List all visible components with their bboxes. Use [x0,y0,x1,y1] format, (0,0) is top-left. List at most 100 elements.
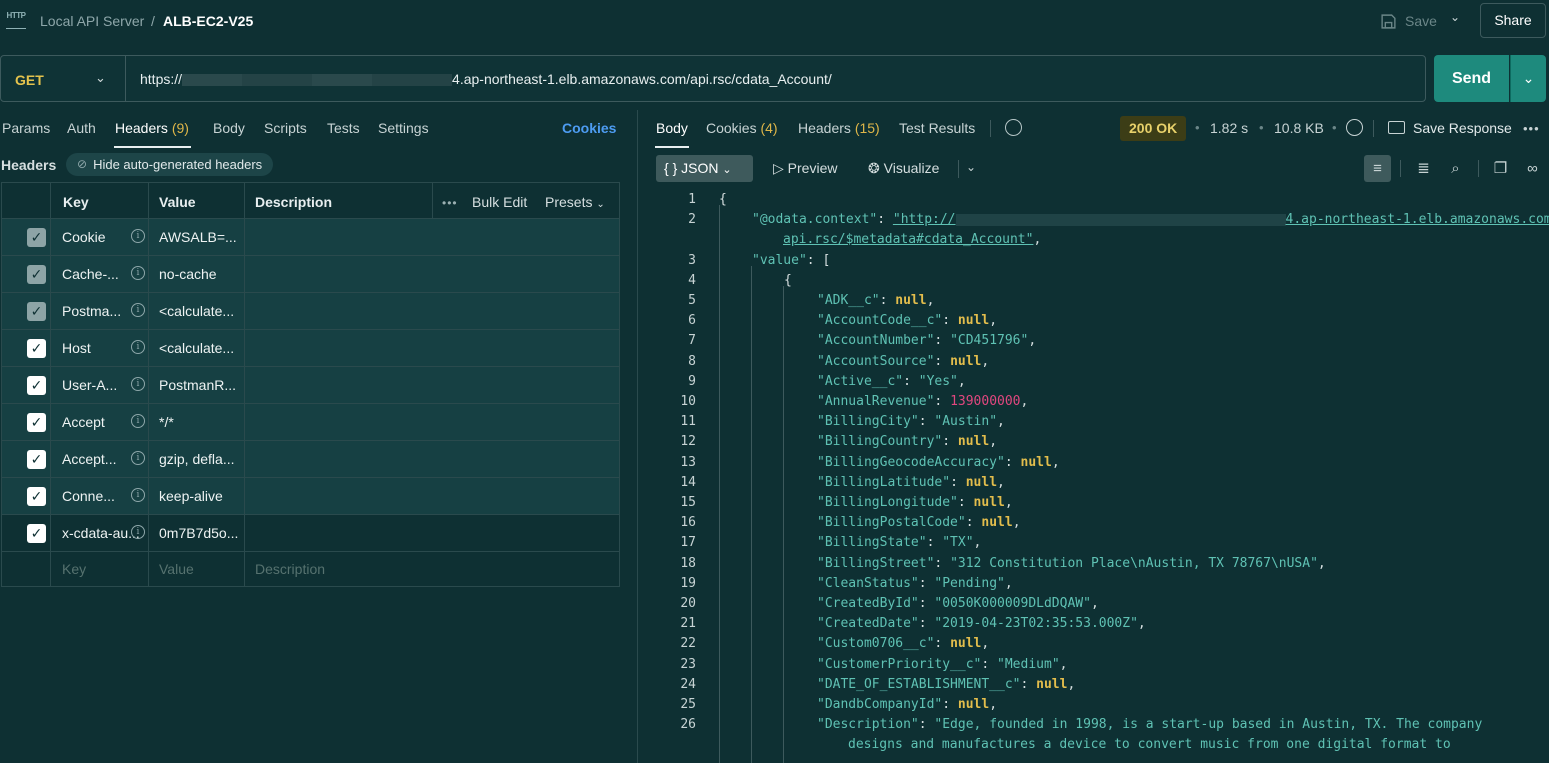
tab-label: Auth [67,120,96,136]
info-icon[interactable]: i [131,525,145,539]
save-button[interactable]: Save [1380,10,1440,32]
checkbox[interactable]: ✓ [27,302,46,321]
visualize-icon: ❂ [868,160,880,176]
header-value[interactable]: */* [159,414,174,430]
line-number: 21 [680,616,696,632]
json-punctuation: : [934,353,951,369]
request-title[interactable]: ALB-EC2-V25 [163,13,253,29]
header-key[interactable]: User-A... [62,377,117,393]
table-row: ✓ Accept... i gzip, defla... [2,441,619,478]
header-key[interactable]: x-cdata-au... [62,525,140,541]
tab-headers[interactable]: Headers (9) [115,120,189,136]
response-size[interactable]: 10.8 KB [1274,120,1324,136]
method-select[interactable]: GET [15,72,44,88]
header-key[interactable]: Accept... [62,451,116,467]
header-key[interactable]: Conne... [62,488,115,504]
checkbox[interactable]: ✓ [27,228,46,247]
json-punctuation: , [1090,596,1099,611]
new-description-input[interactable]: Description [255,561,325,577]
active-tab-indicator [114,146,191,148]
share-button[interactable]: Share [1480,3,1546,38]
header-value[interactable]: gzip, defla... [159,451,235,467]
checkbox[interactable]: ✓ [27,265,46,284]
line-number: 22 [680,636,696,652]
info-icon[interactable]: i [131,266,145,280]
header-key[interactable]: Postma... [62,303,121,319]
preview-button[interactable]: ▷ Preview [773,160,837,177]
checkbox[interactable]: ✓ [27,524,46,543]
chevron-down-icon[interactable]: ⌄ [95,70,106,86]
tab-scripts[interactable]: Scripts [264,120,307,136]
tab-body[interactable]: Body [213,120,245,136]
new-key-input[interactable]: Key [62,561,86,577]
info-icon[interactable]: i [131,488,145,502]
info-icon[interactable]: i [131,451,145,465]
format-dropdown[interactable]: { } JSON ⌄ [656,155,753,182]
cookies-link[interactable]: Cookies [562,120,616,136]
separator-dot: • [1259,120,1264,135]
send-button[interactable]: Send [1434,55,1509,102]
new-value-input[interactable]: Value [159,561,194,577]
pane-divider[interactable] [637,110,638,763]
status-badge[interactable]: 200 OK [1120,116,1187,141]
globe-icon[interactable] [1346,119,1363,136]
bulk-edit-button[interactable]: Bulk Edit [472,194,527,210]
header-key[interactable]: Host [62,340,91,356]
filter-icon[interactable]: ≣ [1410,155,1437,182]
tab-settings[interactable]: Settings [378,120,429,136]
checkbox[interactable]: ✓ [27,487,46,506]
header-value[interactable]: AWSALB=... [159,229,237,245]
header-value[interactable]: <calculate... [159,303,234,319]
checkbox[interactable]: ✓ [27,413,46,432]
header-value[interactable]: PostmanR... [159,377,236,393]
json-value: "Pending" [934,575,1005,591]
checkbox[interactable]: ✓ [27,339,46,358]
json-value: null [957,434,990,450]
checkbox[interactable]: ✓ [27,450,46,469]
send-options-button[interactable]: ⌄ [1510,55,1546,102]
tab-response-body[interactable]: Body [656,120,688,136]
tab-test-results[interactable]: Test Results [899,120,975,136]
hide-auto-headers-toggle[interactable]: ⊘ Hide auto-generated headers [66,153,274,176]
more-icon[interactable]: ••• [1523,121,1540,136]
presets-dropdown[interactable]: Presets ⌄ [545,194,605,210]
wrap-icon[interactable]: ≡ [1364,155,1391,182]
response-time[interactable]: 1.82 s [1210,120,1248,136]
header-value[interactable]: <calculate... [159,340,234,356]
history-icon[interactable] [1005,119,1022,136]
divider [1400,160,1401,177]
info-icon[interactable]: i [131,377,145,391]
header-key[interactable]: Cache-... [62,266,119,282]
link-icon[interactable]: ∞ [1519,155,1546,182]
checkbox[interactable]: ✓ [27,376,46,395]
tab-auth[interactable]: Auth [67,120,96,136]
chevron-down-icon[interactable]: ⌄ [966,160,976,174]
header-value[interactable]: no-cache [159,266,217,282]
info-icon[interactable]: i [131,303,145,317]
tab-response-cookies[interactable]: Cookies (4) [706,120,778,136]
info-icon[interactable]: i [131,340,145,354]
header-value[interactable]: keep-alive [159,488,223,504]
header-value[interactable]: 0m7B7d5o... [159,525,238,541]
response-body-code[interactable]: 1 {2 "@odata.context": "http:// 4.ap-northe… [640,190,1549,763]
visualize-button[interactable]: ❂ Visualize [868,160,939,177]
info-icon[interactable]: i [131,229,145,243]
json-key: "BillingStreet" [817,555,935,571]
json-key: "BillingCountry" [817,434,943,450]
url-input[interactable]: https:// 4.ap-northeast-1.elb.amazonaws.c… [140,71,832,87]
save-response-button[interactable]: Save Response [1413,120,1512,136]
copy-icon[interactable]: ❐ [1487,155,1514,182]
line-number: 16 [680,515,696,531]
header-key[interactable]: Accept [62,414,105,430]
more-icon[interactable]: ••• [442,196,458,210]
json-value: designs and manufactures a device to con… [848,737,1451,753]
search-icon[interactable]: ⌕ [1442,155,1469,182]
tab-params[interactable]: Params [2,120,50,136]
tab-tests[interactable]: Tests [327,120,360,136]
http-icon: HTTP [6,11,26,29]
tab-response-headers[interactable]: Headers (15) [798,120,880,136]
header-key[interactable]: Cookie [62,229,106,245]
breadcrumb-parent[interactable]: Local API Server [40,13,144,29]
chevron-down-icon[interactable]: ⌄ [1450,10,1460,24]
info-icon[interactable]: i [131,414,145,428]
